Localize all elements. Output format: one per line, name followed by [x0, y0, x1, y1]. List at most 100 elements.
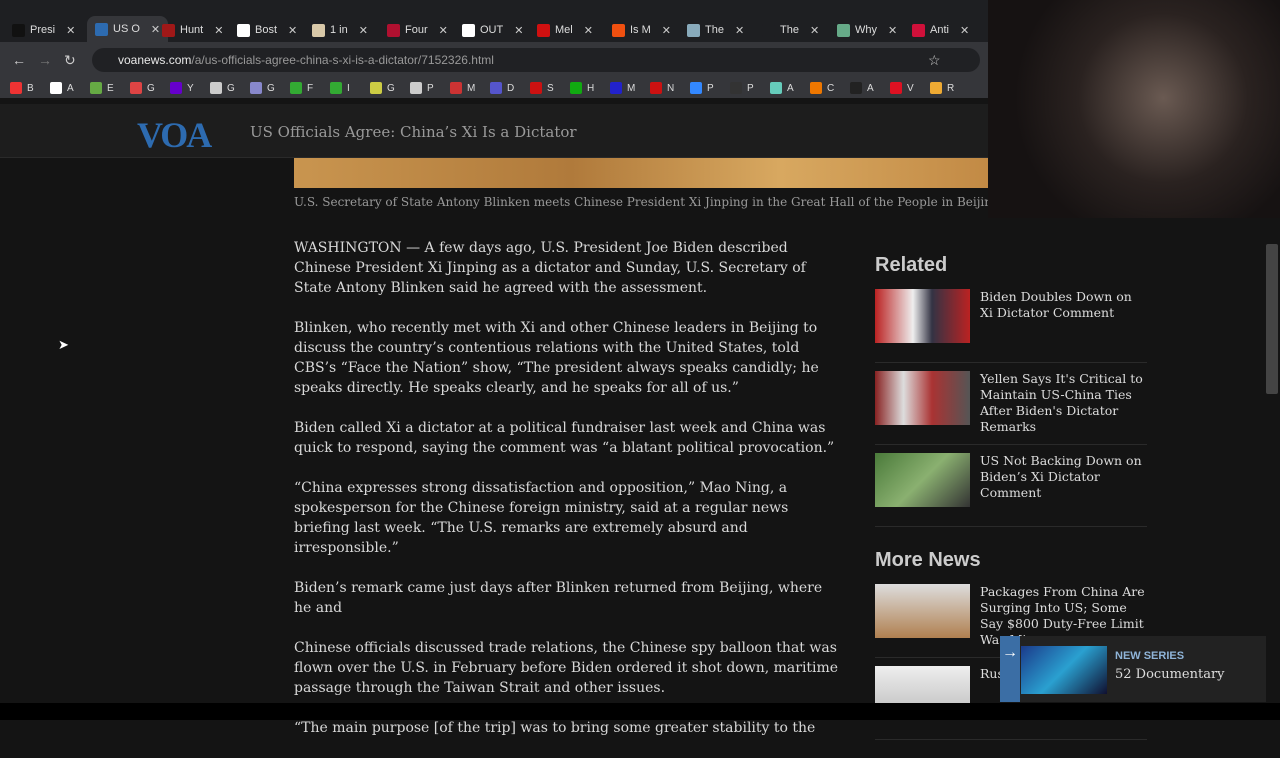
bookmark-item[interactable]: A [850, 82, 890, 94]
bookmark-favicon-icon [730, 82, 742, 94]
close-icon[interactable]: ✕ [439, 24, 448, 37]
close-icon[interactable]: ✕ [288, 24, 297, 37]
forward-icon[interactable]: → [38, 52, 52, 68]
bookmark-item[interactable]: I [330, 82, 370, 94]
tab[interactable]: The ✕ [762, 18, 819, 42]
bookmark-item[interactable]: V [890, 82, 930, 94]
bookmark-favicon-icon [90, 82, 102, 94]
bookmark-item[interactable]: G [130, 82, 170, 94]
tab[interactable]: Hunt ✕ [162, 18, 223, 42]
tab[interactable]: Mel ✕ [537, 18, 593, 42]
tab[interactable]: Bost ✕ [237, 18, 297, 42]
bookmark-item[interactable]: E [90, 82, 130, 94]
related-title[interactable]: US Not Backing Down on Biden’s Xi Dictat… [980, 453, 1147, 518]
related-thumbnail[interactable] [875, 453, 970, 507]
bookmark-label: G [227, 82, 235, 94]
close-icon[interactable]: ✕ [662, 24, 671, 37]
bookmark-item[interactable]: Y [170, 82, 210, 94]
tab-favicon-icon [837, 23, 850, 37]
bookmark-favicon-icon [650, 82, 662, 94]
close-icon[interactable]: ✕ [888, 24, 897, 37]
bookmark-item[interactable]: N [650, 82, 690, 94]
related-item[interactable]: Yellen Says It's Critical to Maintain US… [875, 371, 1147, 445]
bookmark-item[interactable]: P [690, 82, 730, 94]
tab[interactable]: Anti ✕ [912, 18, 969, 42]
tab[interactable]: Four ✕ [387, 18, 448, 42]
close-icon[interactable]: ✕ [359, 24, 368, 37]
reload-icon[interactable]: ↻ [64, 52, 76, 69]
more-news-heading: More News [875, 549, 981, 571]
bookmark-favicon-icon [330, 82, 342, 94]
close-icon[interactable]: ✕ [584, 24, 593, 37]
bookmark-item[interactable]: A [50, 82, 90, 94]
bookmark-favicon-icon [690, 82, 702, 94]
related-thumbnail[interactable] [875, 289, 970, 343]
related-title[interactable]: Biden Doubles Down on Xi Dictator Commen… [980, 289, 1147, 354]
bookmark-item[interactable]: S [530, 82, 570, 94]
tab[interactable]: The ✕ [687, 18, 744, 42]
bookmark-item[interactable]: G [250, 82, 290, 94]
bookmark-item[interactable]: F [290, 82, 330, 94]
close-icon[interactable]: ✕ [66, 24, 75, 37]
bookmark-item[interactable]: P [410, 82, 450, 94]
related-thumbnail[interactable] [875, 371, 970, 425]
webcam-overlay [988, 0, 1280, 218]
bookmark-item[interactable]: A [770, 82, 810, 94]
bookmark-favicon-icon [10, 82, 22, 94]
close-icon[interactable]: ✕ [735, 24, 744, 37]
tab[interactable]: Is M ✕ [612, 18, 671, 42]
tab-favicon-icon [762, 23, 775, 37]
tab-favicon-icon [462, 23, 475, 37]
tab[interactable]: OUT ✕ [462, 18, 523, 42]
bookmark-item[interactable]: B [10, 82, 50, 94]
back-icon[interactable]: ← [12, 52, 26, 68]
bookmark-label: G [267, 82, 275, 94]
related-title[interactable]: Yellen Says It's Critical to Maintain US… [980, 371, 1147, 436]
bookmark-favicon-icon [370, 82, 382, 94]
close-icon[interactable]: ✕ [151, 23, 160, 36]
tab-label: Mel [555, 24, 573, 36]
bookmark-item[interactable]: G [210, 82, 250, 94]
close-icon[interactable]: ✕ [214, 24, 223, 37]
bookmark-favicon-icon [610, 82, 622, 94]
bookmark-favicon-icon [850, 82, 862, 94]
bookmark-item[interactable]: H [570, 82, 610, 94]
bookmark-favicon-icon [410, 82, 422, 94]
bookmark-favicon-icon [210, 82, 222, 94]
related-item[interactable]: Biden Doubles Down on Xi Dictator Commen… [875, 289, 1147, 363]
close-icon[interactable]: ✕ [514, 24, 523, 37]
address-bar[interactable]: voanews.com/a/us-officials-agree-china-s… [92, 48, 980, 72]
bookmark-label: B [27, 82, 34, 94]
arrow-right-icon[interactable]: → [1000, 636, 1020, 702]
bookmark-item[interactable]: M [450, 82, 490, 94]
bookmark-label: V [907, 82, 914, 94]
bookmark-item[interactable]: P [730, 82, 770, 94]
close-icon[interactable]: ✕ [810, 24, 819, 37]
tab-favicon-icon [912, 23, 925, 37]
tab[interactable]: Presi ✕ [12, 18, 75, 42]
tab[interactable]: Why ✕ [837, 18, 897, 42]
article-paragraph: “The main purpose [of the trip] was to b… [294, 720, 816, 736]
tab[interactable]: US O ✕ [87, 16, 169, 42]
tab-label: The [780, 24, 799, 36]
promo-banner[interactable]: → NEW SERIES 52 Documentary [1000, 636, 1266, 702]
scrollbar[interactable] [1266, 244, 1278, 394]
related-item[interactable]: US Not Backing Down on Biden’s Xi Dictat… [875, 453, 1147, 527]
tab-favicon-icon [387, 23, 400, 37]
tab-label: 1 in [330, 24, 348, 36]
bookmark-label: C [827, 82, 835, 94]
bookmark-item[interactable]: D [490, 82, 530, 94]
bookmark-item[interactable]: M [610, 82, 650, 94]
promo-title[interactable]: 52 Documentary [1115, 667, 1225, 682]
close-icon[interactable]: ✕ [960, 24, 969, 37]
bookmark-item[interactable]: G [370, 82, 410, 94]
voa-logo[interactable]: VOA [137, 114, 212, 156]
tab[interactable]: 1 in ✕ [312, 18, 368, 42]
tab-label: Why [855, 24, 877, 36]
bookmark-label: I [347, 82, 350, 94]
bookmark-item[interactable]: R [930, 82, 970, 94]
tab-favicon-icon [162, 23, 175, 37]
news-thumbnail[interactable] [875, 584, 970, 638]
bookmark-item[interactable]: C [810, 82, 850, 94]
bookmark-star-icon[interactable]: ☆ [928, 52, 941, 69]
